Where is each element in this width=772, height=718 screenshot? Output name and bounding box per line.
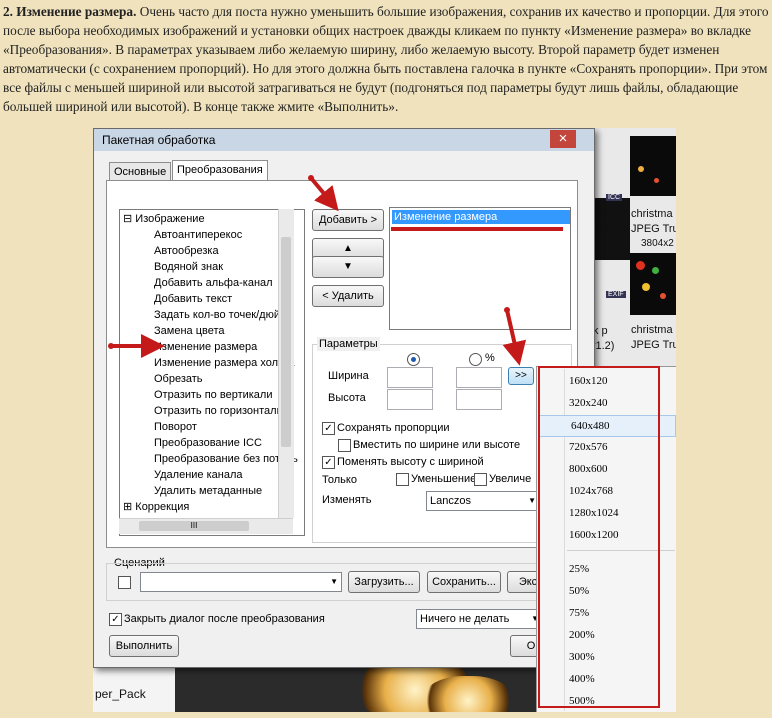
article-heading: 2. Изменение размера. (3, 4, 137, 19)
arrow-to-presets (502, 309, 527, 366)
arrow-to-add (309, 176, 339, 212)
screenshot: k p v1.2) ICC christma JPEG True 3804x2 … (93, 128, 676, 712)
annotation-arrows (108, 175, 563, 366)
article-text: Очень часто для поста нужно уменьшить бо… (3, 4, 769, 114)
article-paragraph: 2. Изменение размера. Очень часто для по… (3, 2, 769, 116)
